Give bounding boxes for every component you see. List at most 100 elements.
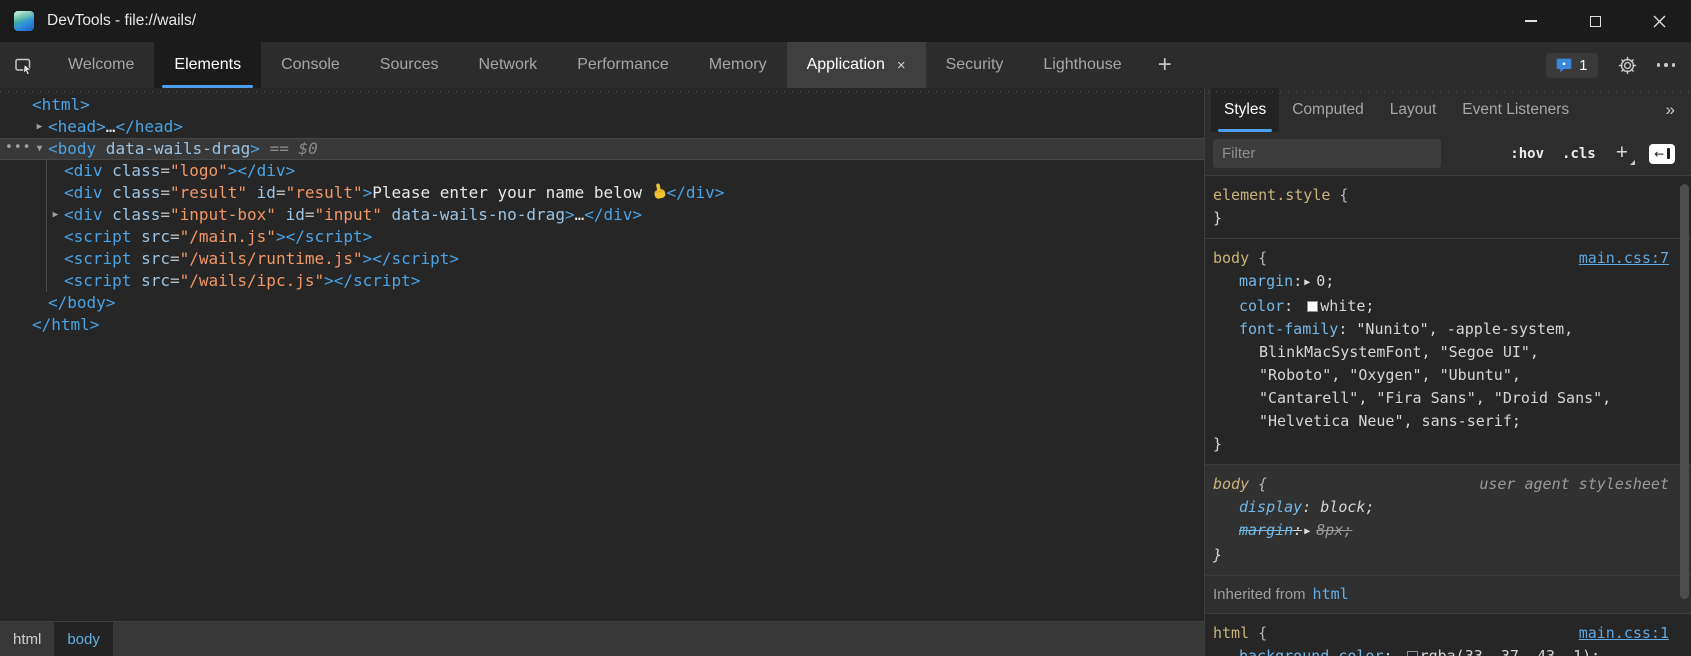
token-attr: id (247, 183, 276, 202)
dom-node[interactable]: </body> (0, 292, 1204, 314)
dom-node[interactable]: <div class="logo"></div> (0, 160, 1204, 182)
dom-node[interactable]: ▶<div class="input-box" id="input" data-… (0, 204, 1204, 226)
tab-network[interactable]: Network (459, 42, 558, 88)
dom-node[interactable]: ▶<head>…</head> (0, 116, 1204, 138)
color-swatch[interactable] (1307, 301, 1318, 312)
inspect-element-icon (14, 55, 35, 76)
property-value-wrapped: "Helvetica Neue", sans-serif; (1213, 410, 1669, 433)
settings-button[interactable] (1618, 56, 1637, 75)
maximize-button[interactable] (1563, 0, 1627, 42)
elements-panel: <html> ▶<head>…</head>•••▼<body data-wail… (0, 88, 1205, 656)
dom-node[interactable]: <div class="result" id="result">Please e… (0, 182, 1204, 204)
styles-rules-list: element.style {}main.css:7body {margin:▶… (1205, 176, 1691, 656)
color-swatch[interactable] (1407, 651, 1418, 656)
token-eq: = (160, 205, 170, 224)
breadcrumb-item-html[interactable]: html (0, 622, 54, 656)
devtools-content: <html> ▶<head>…</head>•••▼<body data-wail… (0, 88, 1691, 656)
css-property[interactable]: background-color: rgba(33, 37, 43, 1); (1213, 645, 1669, 656)
new-style-rule-button[interactable]: + (1616, 142, 1631, 165)
window-controls (1499, 0, 1691, 42)
token-attr: src (131, 271, 170, 290)
tab-welcome[interactable]: Welcome (48, 42, 154, 88)
shorthand-expand-icon[interactable]: ▶ (1304, 271, 1310, 294)
inspect-element-button[interactable] (0, 42, 48, 88)
close-button[interactable] (1627, 0, 1691, 42)
property-value-wrapped: BlinkMacSystemFont, "Segoe UI", (1213, 341, 1669, 364)
token-eq: = (160, 183, 170, 202)
token-eq: = (170, 249, 180, 268)
token-tag: ></script> (276, 227, 372, 246)
dom-tree: <html> ▶<head>…</head>•••▼<body data-wail… (0, 88, 1204, 621)
token-attr: data-wails-no-drag (382, 205, 565, 224)
dom-node[interactable]: <script src="/main.js"></script> (0, 226, 1204, 248)
more-options-button[interactable] (1657, 63, 1676, 67)
css-property[interactable]: margin:▶8px; (1213, 519, 1669, 544)
rule-selector[interactable]: html (1213, 624, 1249, 642)
tab-application[interactable]: Application× (787, 42, 926, 88)
rule-selector[interactable]: element.style (1213, 186, 1330, 204)
tab-event-listeners[interactable]: Event Listeners (1449, 88, 1582, 132)
css-property[interactable]: color: white; (1213, 295, 1669, 318)
rule-selector[interactable]: body (1213, 475, 1249, 493)
chevron-collapsed-icon[interactable]: ▶ (49, 204, 62, 226)
overflow-tabs-button[interactable]: » (1666, 88, 1691, 132)
close-tab-icon[interactable]: × (897, 58, 906, 73)
tab-styles[interactable]: Styles (1211, 88, 1279, 132)
panel-bar-icon (1667, 148, 1670, 159)
dom-node[interactable]: <script src="/wails/runtime.js"></script… (0, 248, 1204, 270)
scrollbar-thumb[interactable] (1680, 184, 1689, 599)
token-tag: <html> (32, 95, 90, 114)
styles-filter-input[interactable] (1213, 139, 1441, 168)
tab-computed[interactable]: Computed (1279, 88, 1377, 132)
token-str: "input-box" (170, 205, 276, 224)
tab-console[interactable]: Console (261, 42, 360, 88)
tab-sources[interactable]: Sources (360, 42, 459, 88)
issues-counter-button[interactable]: 1 (1546, 53, 1597, 78)
computed-sidebar-toggle-button[interactable]: ← (1649, 144, 1675, 164)
property-name: margin (1239, 521, 1293, 539)
property-value-wrapped: "Roboto", "Oxygen", "Ubuntu", (1213, 364, 1669, 387)
dom-node[interactable]: <script src="/wails/ipc.js"></script> (0, 270, 1204, 292)
more-tabs-button[interactable]: + (1142, 42, 1188, 88)
shorthand-expand-icon[interactable]: ▶ (1304, 520, 1310, 543)
toggle-pseudo-state-button[interactable]: :hov (1510, 146, 1544, 162)
stylesheet-link[interactable]: main.css:1 (1579, 622, 1669, 645)
title-bar: DevTools - file://wails/ (0, 0, 1691, 42)
tab-label: Sources (380, 56, 439, 74)
chevron-collapsed-icon[interactable]: ▶ (33, 116, 46, 138)
tab-label: Lighthouse (1043, 56, 1121, 74)
tab-performance[interactable]: Performance (557, 42, 689, 88)
chevron-expanded-icon[interactable]: ▼ (33, 138, 46, 160)
token-eq: = (170, 227, 180, 246)
panel-tabs: WelcomeElementsConsole Sources NetworkPerf… (48, 42, 1142, 88)
tab-lighthouse[interactable]: Lighthouse (1023, 42, 1141, 88)
css-property[interactable]: display: block; (1213, 496, 1669, 519)
tab-layout[interactable]: Layout (1377, 88, 1450, 132)
property-value-wrapped: "Cantarell", "Fira Sans", "Droid Sans", (1213, 387, 1669, 410)
token-tag: </html> (32, 315, 99, 334)
minimize-button[interactable] (1499, 0, 1563, 42)
dom-node[interactable]: <html> (0, 94, 1204, 116)
row-menu-dots-icon[interactable]: ••• (5, 137, 31, 159)
css-property[interactable]: font-family: "Nunito", -apple-system, (1213, 318, 1669, 341)
breadcrumb-item-body[interactable]: body (54, 622, 113, 656)
tab-elements[interactable]: Elements (154, 42, 261, 88)
tab-label: Memory (709, 56, 767, 74)
inherited-target-link[interactable]: html (1313, 585, 1349, 603)
dom-node[interactable]: •••▼<body data-wails-drag> == $0 (0, 138, 1204, 160)
css-rule: main.css:1html {background-color: rgba(3… (1205, 614, 1691, 656)
stylesheet-link[interactable]: main.css:7 (1579, 247, 1669, 270)
property-value: block; (1320, 498, 1374, 516)
element-classes-button[interactable]: .cls (1562, 146, 1596, 162)
css-property[interactable]: margin:▶0; (1213, 270, 1669, 295)
dom-node[interactable]: </html> (0, 314, 1204, 336)
tab-memory[interactable]: Memory (689, 42, 787, 88)
rule-selector[interactable]: body (1213, 249, 1249, 267)
token-eq: = (170, 271, 180, 290)
styles-filter-toolbar: :hov .cls + ← (1205, 132, 1691, 176)
token-tag: </body> (48, 293, 115, 312)
token-tag: > (250, 139, 260, 158)
property-colon: : (1293, 521, 1302, 539)
tab-security[interactable]: Security (926, 42, 1024, 88)
user-agent-note: user agent stylesheet (1479, 473, 1669, 496)
